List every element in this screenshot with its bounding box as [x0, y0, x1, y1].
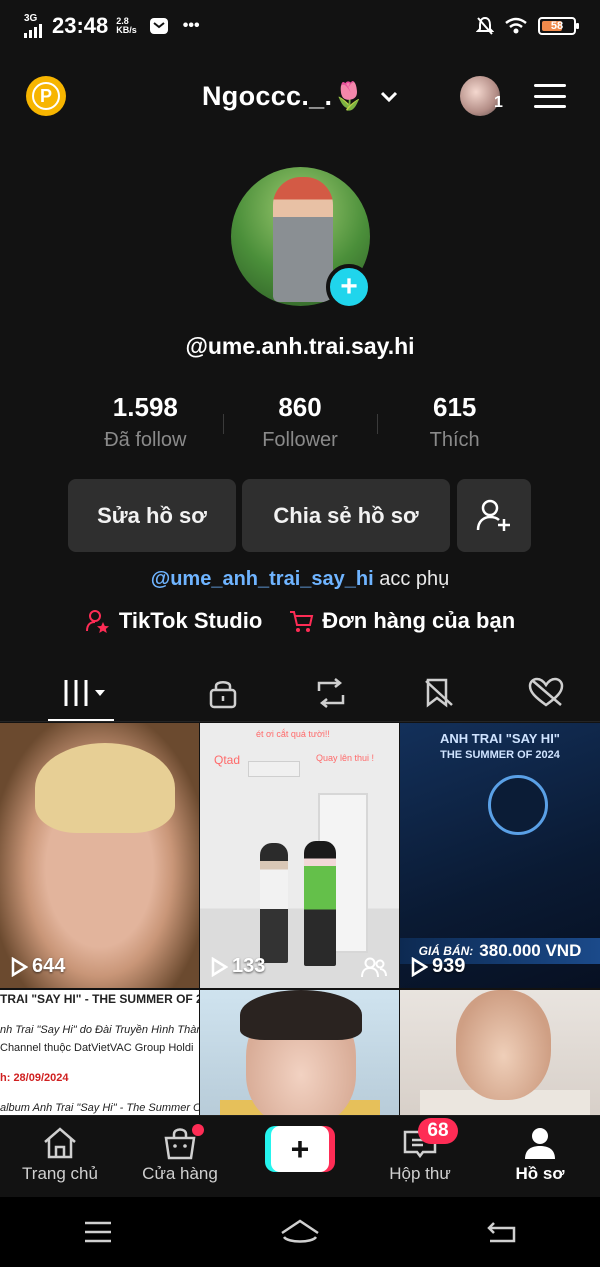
play-icon	[11, 956, 28, 977]
bottom-navigation: Trang chủ Cửa hàng + 68 Hộp thư Hồ sơ	[0, 1115, 600, 1197]
add-friends-button[interactable]	[457, 479, 531, 552]
video-thumbnail[interactable]: TRAI "SAY HI" - THE SUMMER OF 2024 nh Tr…	[0, 990, 199, 1120]
studio-person-star-icon	[85, 610, 109, 633]
mute-bell-icon	[476, 16, 494, 35]
video-grid: 644 ét ơi cắt quá tười!! Qtad Quay lên t…	[0, 723, 600, 1120]
inbox-badge: 68	[418, 1118, 458, 1144]
lock-icon	[210, 681, 237, 709]
tab-private[interactable]	[170, 664, 278, 722]
stat-following[interactable]: 1.598 Đã follow	[68, 392, 223, 462]
video-thumbnail[interactable]: 644	[0, 723, 199, 988]
signal-icon	[24, 24, 42, 38]
profile-handle: @ume.anh.trai.say.hi	[185, 333, 415, 359]
nav-profile[interactable]: Hồ sơ	[480, 1116, 600, 1197]
plus-icon: +	[271, 1126, 329, 1172]
shop-notification-dot	[192, 1124, 204, 1136]
network-type: 3G	[24, 13, 38, 24]
create-post-button[interactable]: +	[240, 1116, 360, 1197]
view-count: 644	[10, 955, 65, 978]
stat-followers[interactable]: 860 Follower	[222, 392, 378, 462]
recent-apps-icon[interactable]	[82, 1219, 114, 1245]
tab-favorites[interactable]	[385, 664, 493, 722]
nav-home[interactable]: Trang chủ	[0, 1116, 120, 1197]
clock: 23:48	[52, 13, 109, 38]
account-switcher[interactable]: Ngoccc._.🌷	[0, 80, 600, 112]
signal-indicator: 3G	[24, 14, 44, 38]
wifi-icon	[505, 17, 527, 34]
video-thumbnail[interactable]	[200, 990, 399, 1120]
liked-hidden-icon	[528, 677, 564, 707]
status-bar: 3G 23:48 2.8 KB/s ••• 58	[0, 0, 600, 52]
account-username: Ngoccc._.🌷	[202, 81, 367, 111]
profile-bio: @ume_anh_trai_say_hi acc phụ	[0, 568, 600, 591]
friends-only-icon	[361, 957, 387, 978]
home-icon	[44, 1127, 76, 1159]
view-count: 133	[210, 955, 265, 978]
tab-reposts[interactable]	[277, 664, 385, 722]
tab-videos[interactable]	[0, 664, 170, 722]
play-icon	[411, 956, 428, 977]
add-user-icon	[476, 499, 510, 531]
edit-profile-button[interactable]: Sửa hồ sơ	[68, 479, 236, 552]
message-notification-icon	[149, 18, 168, 34]
video-thumbnail[interactable]	[400, 990, 600, 1120]
orders-link[interactable]: Đơn hàng của bạn	[288, 608, 515, 634]
network-speed: 2.8 KB/s	[116, 16, 137, 35]
add-story-plus-icon[interactable]: +	[326, 264, 372, 310]
battery-indicator: 58	[538, 17, 579, 35]
nav-inbox[interactable]: 68 Hộp thư	[360, 1116, 480, 1197]
share-profile-button[interactable]: Chia sẻ hồ sơ	[242, 479, 450, 552]
repost-icon	[317, 678, 345, 708]
bio-linked-account[interactable]: @ume_anh_trai_say_hi	[151, 568, 374, 590]
chevron-down-icon	[380, 86, 398, 109]
view-count: 939	[410, 955, 465, 978]
friends-count-badge: 1	[494, 94, 503, 111]
nav-shop[interactable]: Cửa hàng	[120, 1116, 240, 1197]
video-thumbnail[interactable]: ANH TRAI "SAY HI" THE SUMMER OF 2024 GIÁ…	[400, 723, 600, 988]
tabs-divider	[0, 721, 600, 722]
content-tabs	[0, 664, 600, 722]
shopping-cart-icon	[290, 611, 314, 632]
tiktok-studio-link[interactable]: TikTok Studio	[85, 608, 262, 634]
system-navigation-bar	[0, 1197, 600, 1267]
play-icon	[211, 956, 228, 977]
hamburger-menu-icon[interactable]	[534, 84, 566, 108]
grid-icon	[64, 680, 105, 706]
profile-header: P Ngoccc._.🌷 1	[0, 72, 600, 122]
stat-likes[interactable]: 615 Thích	[377, 392, 532, 462]
profile-shortcuts: TikTok Studio Đơn hàng của bạn	[0, 608, 600, 634]
profile-stats: 1.598 Đã follow 860 Follower 615 Thích	[68, 392, 532, 462]
bio-text: acc phụ	[379, 568, 450, 590]
home-system-icon[interactable]	[278, 1217, 322, 1247]
video-thumbnail[interactable]: ét ơi cắt quá tười!! Qtad Quay lên thui …	[200, 723, 399, 988]
bookmark-hidden-icon	[424, 678, 453, 708]
profile-person-icon	[525, 1128, 555, 1159]
tab-liked[interactable]	[492, 664, 600, 722]
back-icon[interactable]	[486, 1219, 518, 1245]
more-notifications: •••	[182, 17, 200, 34]
